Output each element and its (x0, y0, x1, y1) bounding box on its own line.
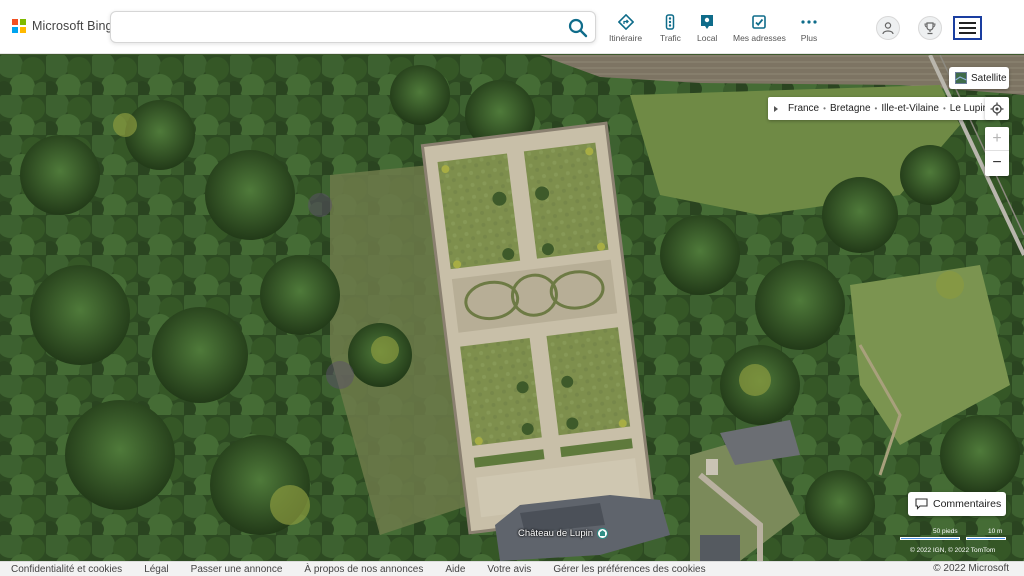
traffic-icon (666, 14, 675, 30)
hamburger-menu-button[interactable] (953, 16, 982, 40)
satellite-icon (955, 72, 967, 84)
breadcrumb-place[interactable]: Le Lupin (950, 103, 988, 114)
feedback-label: Commentaires (933, 498, 1002, 510)
locate-me-button[interactable] (985, 97, 1009, 120)
directions-icon (617, 14, 634, 30)
search-button[interactable] (567, 17, 589, 39)
breadcrumb-region[interactable]: Bretagne (830, 103, 871, 114)
footer-link-about-ads[interactable]: À propos de nos annonces (304, 564, 423, 575)
footer-copyright: © 2022 Microsoft (933, 563, 1009, 574)
poi-chateau-de-lupin[interactable]: Château de Lupin (518, 528, 609, 539)
nav-traffic[interactable]: Trafic (660, 14, 681, 43)
search-icon (568, 18, 588, 38)
user-icon (882, 22, 894, 35)
more-icon (801, 20, 817, 24)
scale-bar-feet (900, 537, 960, 540)
footer-link-privacy[interactable]: Confidentialité et cookies (11, 564, 122, 575)
footer-link-help[interactable]: Aide (445, 564, 465, 575)
location-breadcrumb: France • Bretagne • Ille-et-Vilaine • Le… (768, 97, 995, 120)
footer-link-cookie-preferences[interactable]: Gérer les préférences des cookies (553, 564, 705, 575)
footer-link-feedback[interactable]: Votre avis (487, 564, 531, 575)
nav-my-places-label: Mes adresses (733, 33, 786, 43)
nav-local-label: Local (697, 33, 718, 43)
map-style-button[interactable]: Satellite (949, 67, 1009, 89)
scale-meters-label: 10 m (988, 528, 1003, 535)
brand-name: Microsoft Bing (32, 19, 113, 33)
nav-more[interactable]: Plus (800, 14, 818, 43)
zoom-controls: + − (985, 127, 1009, 176)
search-box (110, 11, 596, 43)
breadcrumb-country[interactable]: France (788, 103, 819, 114)
satellite-imagery (0, 55, 1024, 561)
feedback-button[interactable]: Commentaires (908, 492, 1006, 516)
feedback-icon (915, 498, 928, 510)
map-attribution: © 2022 IGN, © 2022 TomTom (910, 547, 996, 554)
breadcrumb-separator: • (874, 104, 878, 113)
trophy-icon (924, 22, 936, 35)
local-icon (701, 15, 714, 29)
breadcrumb-expand-icon[interactable] (774, 105, 778, 112)
footer-link-advertise[interactable]: Passer une annonce (191, 564, 283, 575)
nav-directions-label: Itinéraire (609, 33, 643, 43)
nav-more-label: Plus (800, 33, 818, 43)
scale-feet-label: 50 pieds (933, 528, 958, 535)
footer-link-legal[interactable]: Légal (144, 564, 168, 575)
nav-directions[interactable]: Itinéraire (609, 14, 642, 43)
nav-local[interactable]: Local (697, 14, 717, 43)
search-input[interactable] (121, 12, 561, 42)
aerial-map[interactable]: Château de Lupin (0, 55, 1024, 561)
breadcrumb-separator: • (942, 104, 946, 113)
scale-bar-meters (966, 537, 1006, 540)
bing-logo[interactable]: Microsoft Bing (12, 19, 113, 33)
breadcrumb-separator: • (823, 104, 826, 113)
footer: Confidentialité et cookies Légal Passer … (0, 561, 1024, 576)
map-scale: 50 pieds 10 m (900, 528, 1008, 542)
nav-my-places[interactable]: Mes adresses (733, 14, 786, 43)
poi-label: Château de Lupin (518, 528, 594, 539)
zoom-in-button[interactable]: + (985, 127, 1009, 151)
nav-traffic-label: Trafic (660, 33, 681, 43)
poi-pin-icon (597, 528, 609, 539)
my-places-icon (752, 15, 767, 29)
map-style-label: Satellite (971, 72, 1007, 84)
zoom-out-button[interactable]: − (985, 151, 1009, 175)
locate-icon (990, 102, 1004, 115)
microsoft-logo-icon (12, 19, 26, 33)
breadcrumb-department[interactable]: Ille-et-Vilaine (881, 103, 939, 114)
top-bar: Microsoft Bing Itinéraire Trafic Local M… (0, 0, 1024, 54)
account-button[interactable] (876, 16, 900, 40)
rewards-button[interactable] (918, 16, 942, 40)
